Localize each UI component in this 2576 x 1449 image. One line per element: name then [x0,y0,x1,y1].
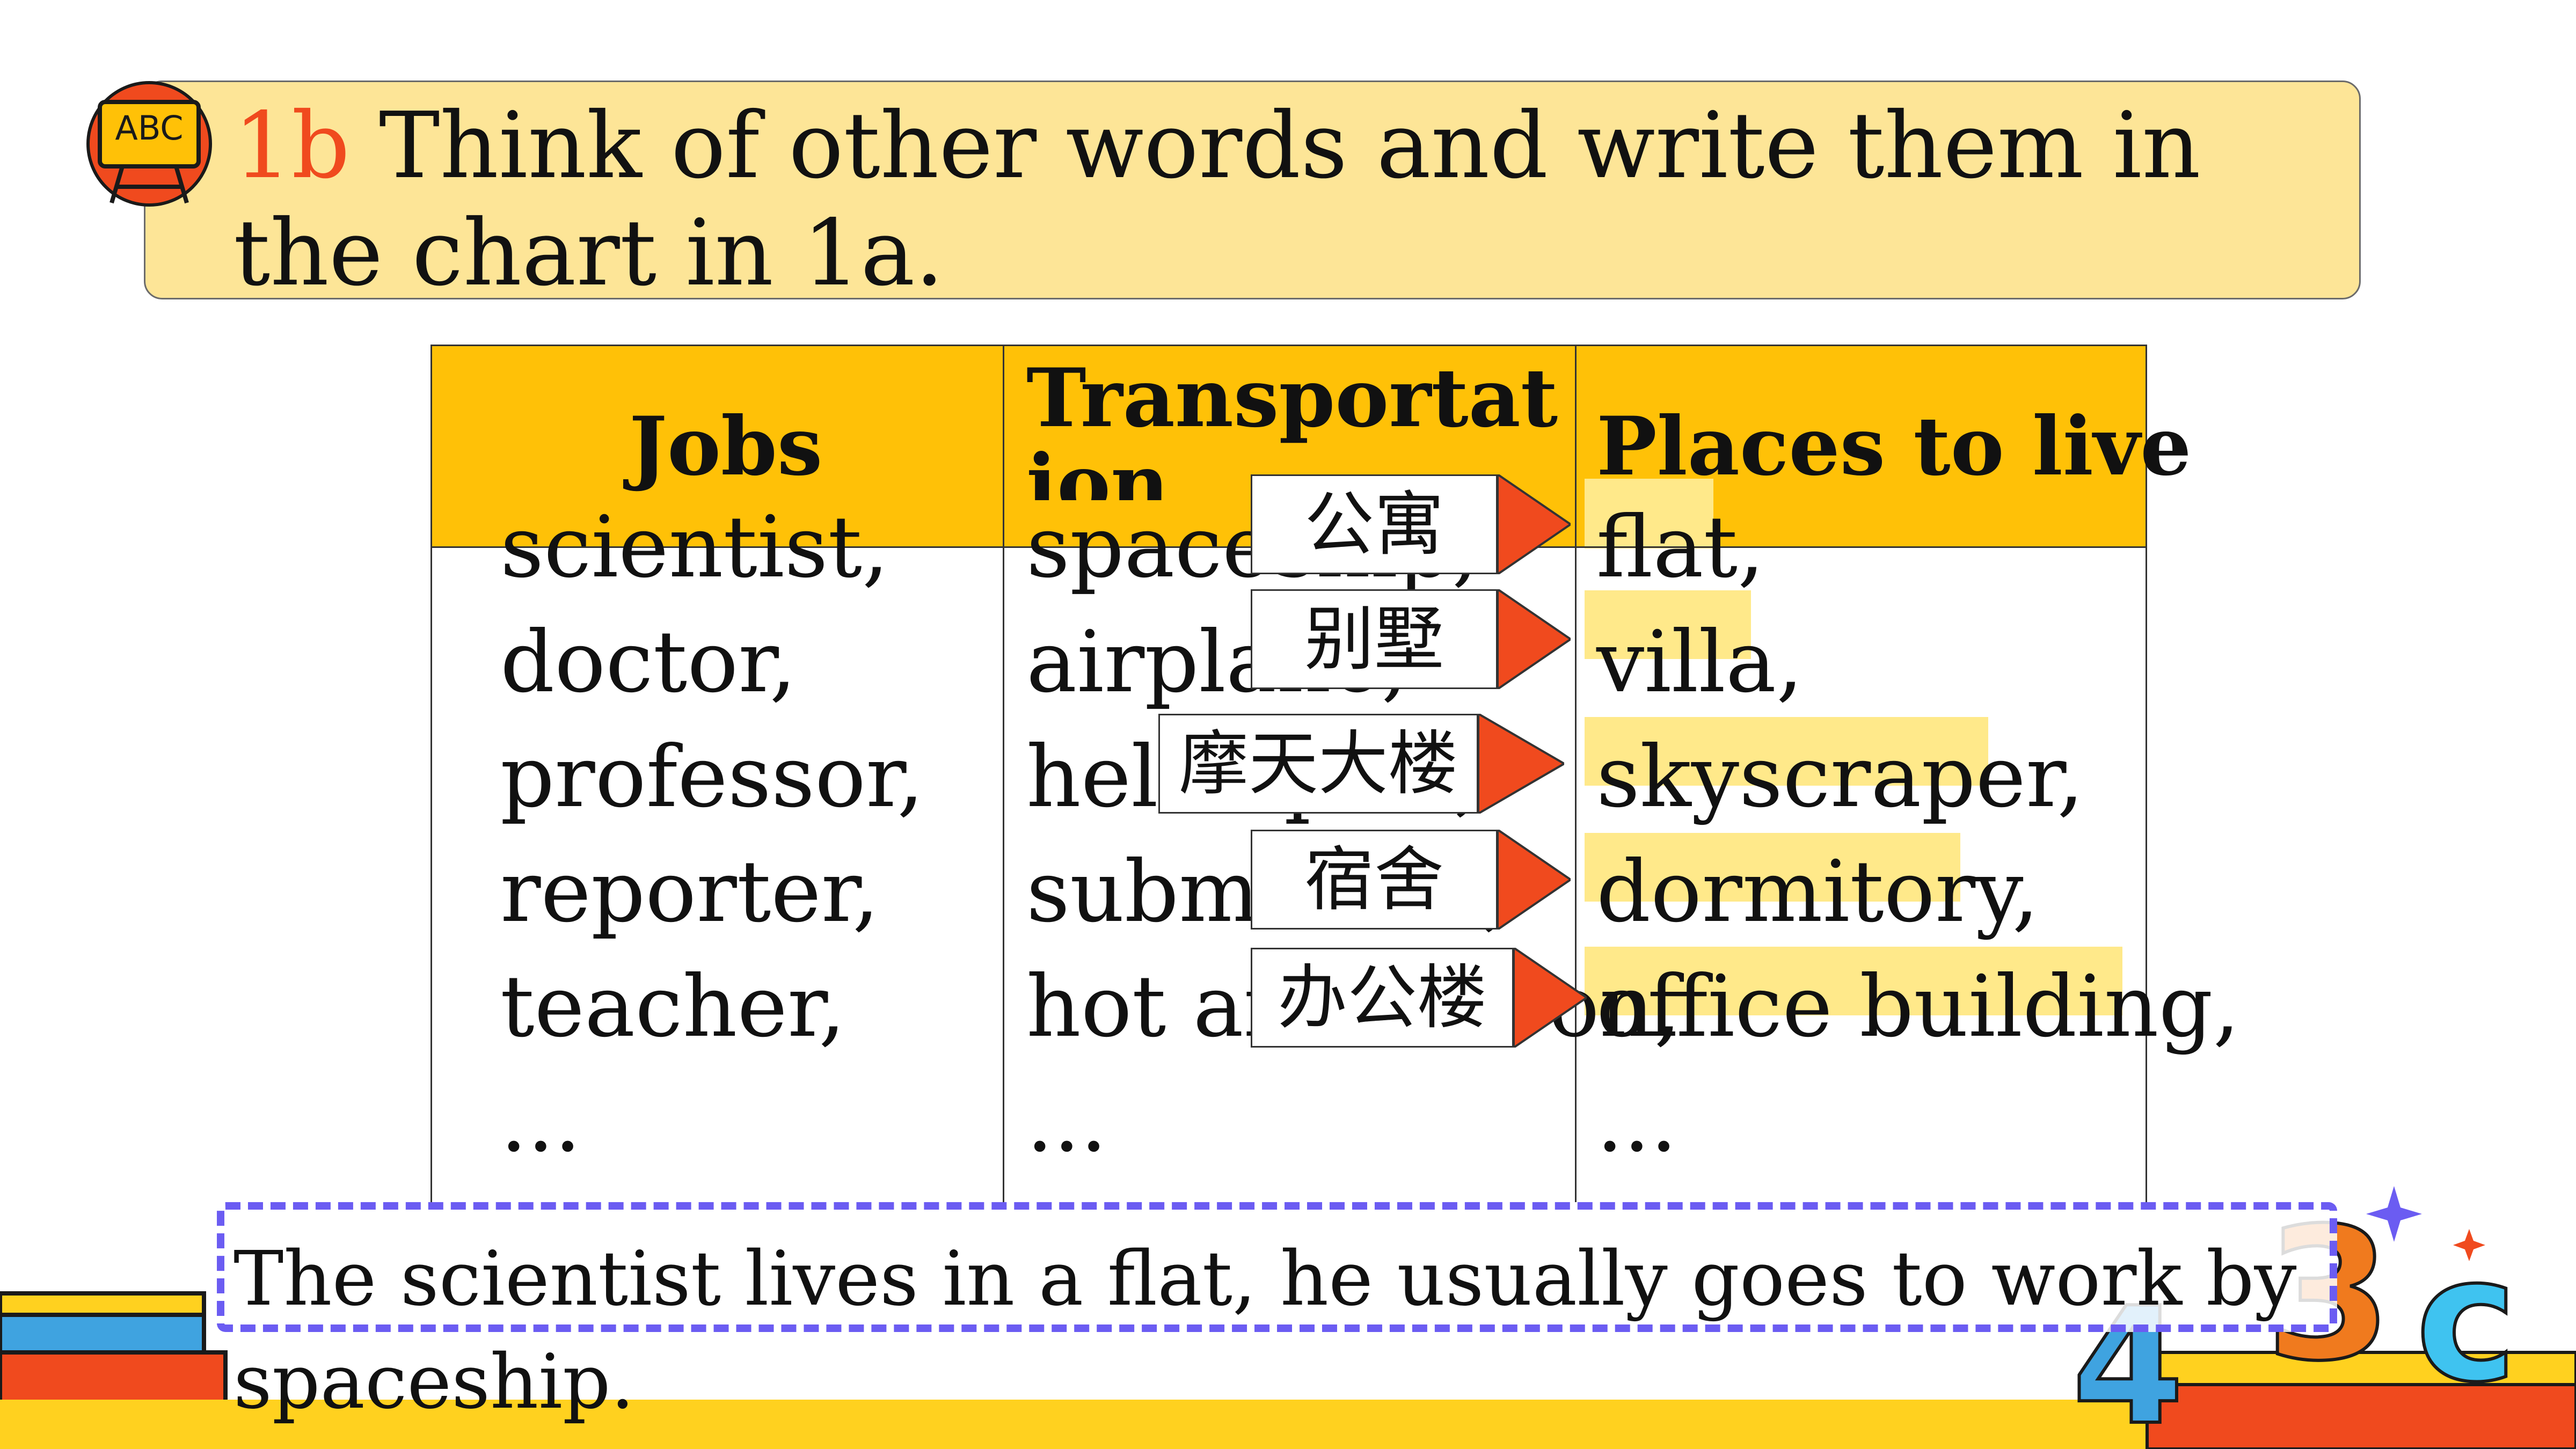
jobs-word: scientist, [500,498,889,597]
arrow-right-icon [1514,948,1587,1048]
title-instruction: Think of other words and write them in t… [233,93,2201,306]
jobs-word: reporter, [500,843,880,941]
arrow-right-icon [1498,474,1571,574]
places-word: flat, [1596,498,1765,597]
arrow-right-icon [1478,714,1564,814]
header-places: Places to live [1596,399,2192,494]
abc-board-icon: ABC [86,81,212,207]
jobs-word: professor, [500,728,924,826]
title-heading: 1b Think of other words and write them i… [233,92,2327,307]
badge-text: ABC [115,108,183,148]
places-word: office building, [1596,957,2240,1056]
tag-office-building-zh: 办公楼 [1251,948,1514,1048]
places-word: ... [1596,1072,1677,1171]
tag-skyscraper-zh: 摩天大楼 [1158,714,1478,814]
transport-word: ... [1026,1072,1107,1171]
tag-villa-zh: 别墅 [1251,589,1498,689]
jobs-word: ... [500,1072,581,1171]
places-word: dormitory, [1596,843,2039,941]
example-sentence: The scientist lives in a flat, he usuall… [233,1235,2297,1426]
tag-flat-zh: 公寓 [1251,474,1498,574]
arrow-right-icon [1498,589,1571,689]
places-word: villa, [1596,613,1804,712]
places-word: skyscraper, [1596,728,2084,826]
jobs-word: teacher, [500,957,846,1056]
header-jobs: Jobs [629,399,823,494]
arrow-right-icon [1498,830,1571,930]
title-number: 1b [233,93,350,199]
tag-dormitory-zh: 宿舍 [1251,830,1498,930]
jobs-word: doctor, [500,613,797,712]
